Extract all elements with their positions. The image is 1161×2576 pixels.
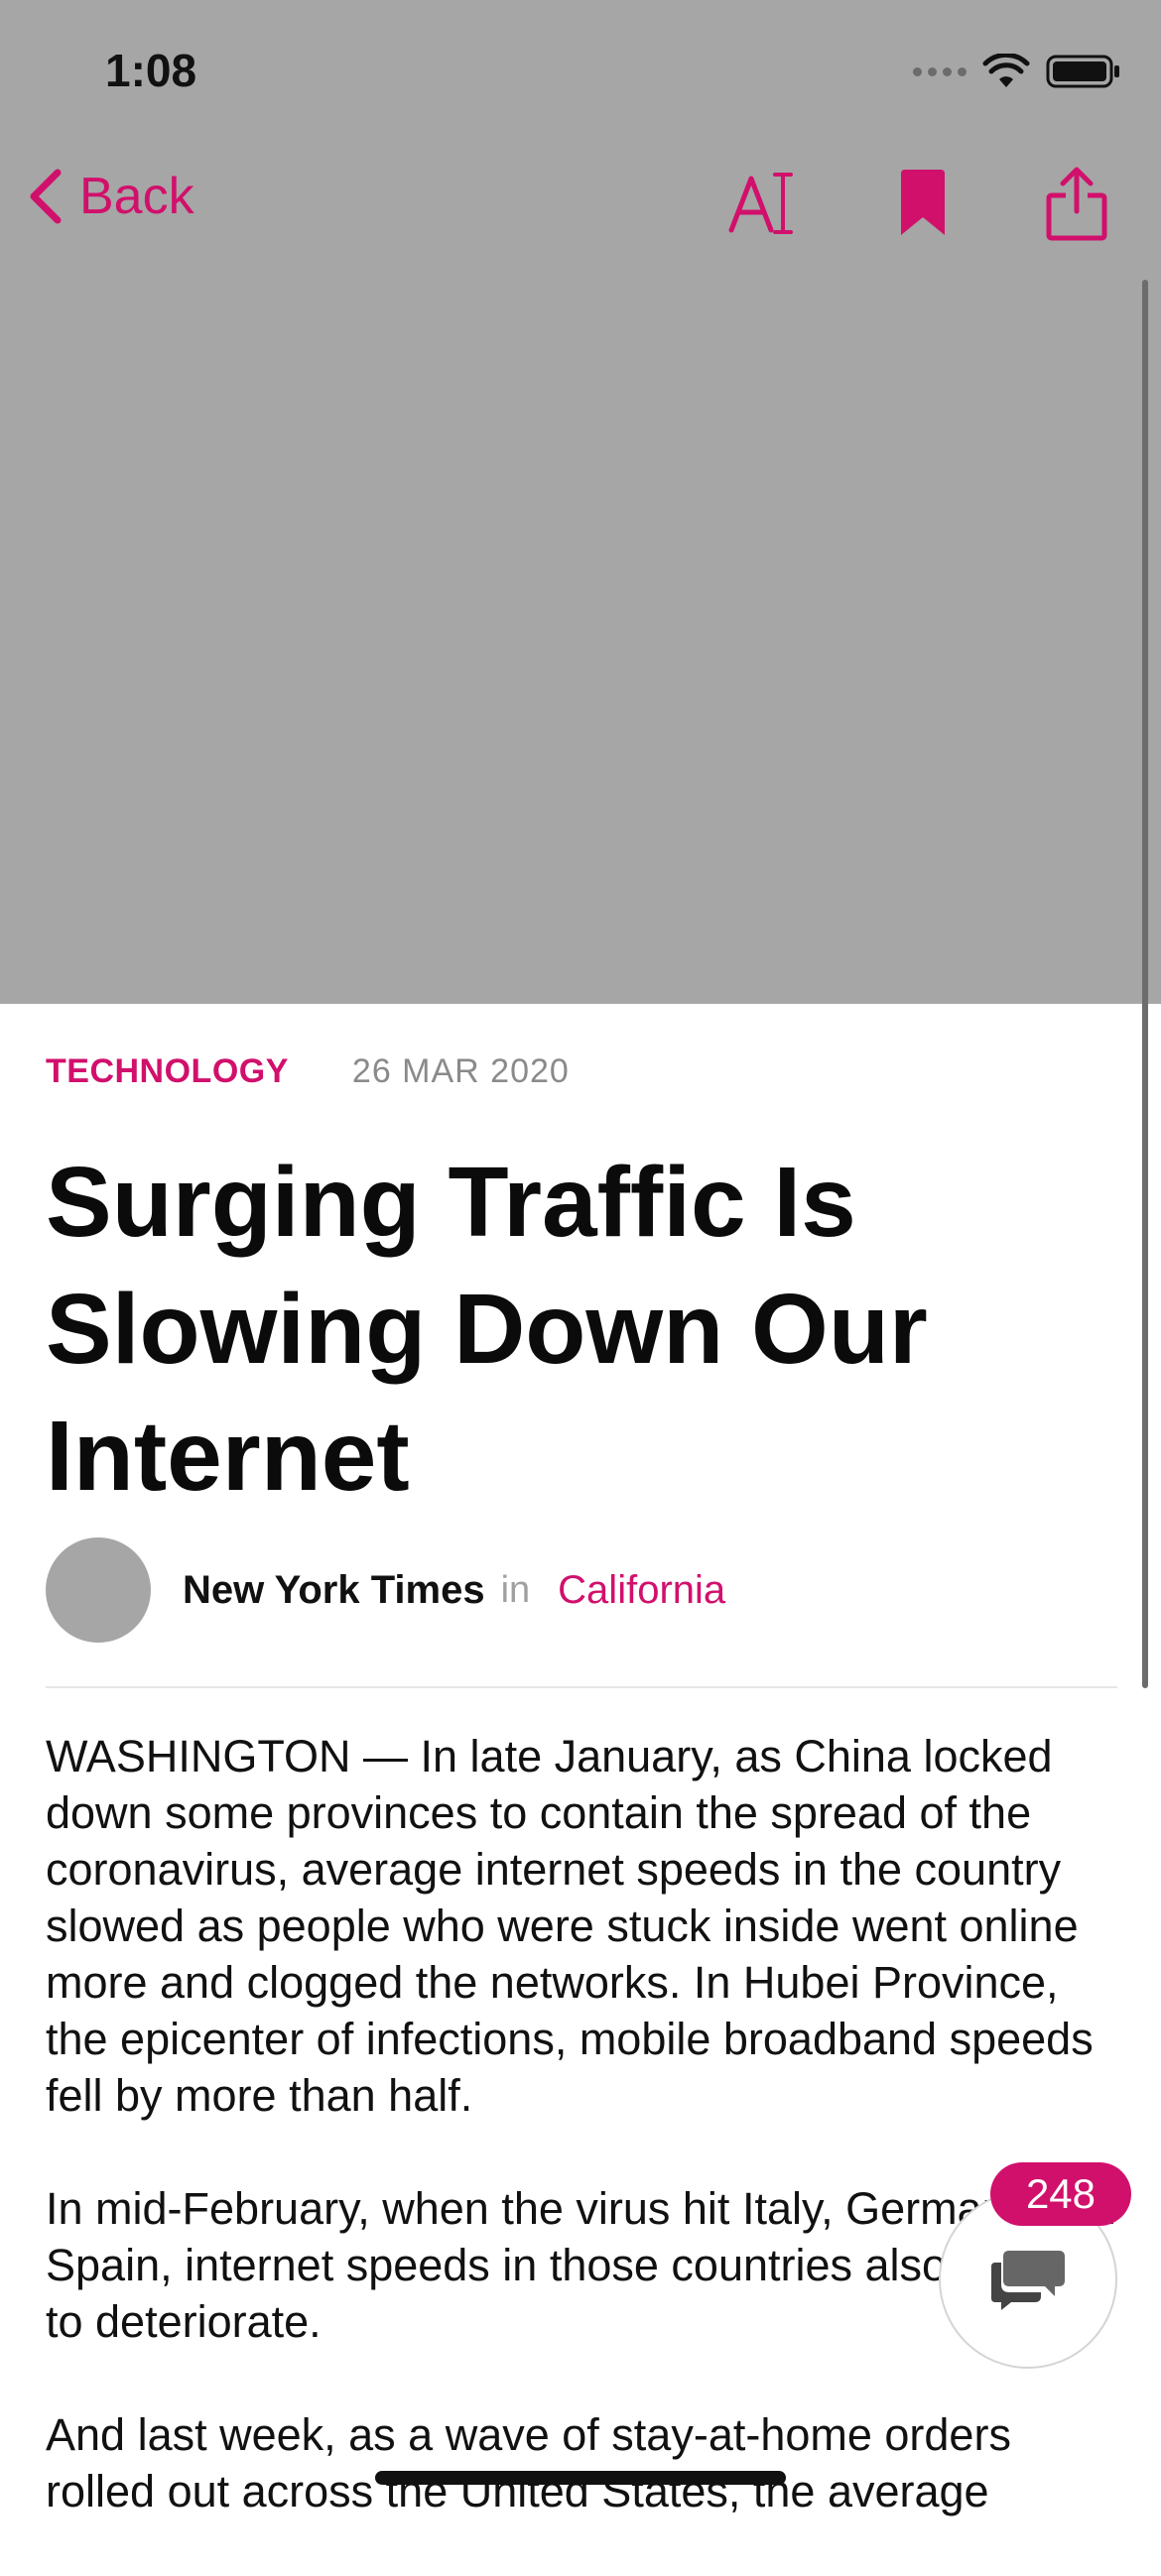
author-avatar[interactable] — [46, 1537, 151, 1643]
back-button[interactable]: Back — [26, 167, 194, 226]
share-button[interactable] — [1012, 159, 1141, 248]
cellular-signal-icon — [913, 66, 967, 76]
home-indicator[interactable] — [375, 2471, 786, 2485]
share-icon — [1046, 167, 1107, 241]
wifi-icon — [982, 54, 1030, 87]
author-row: New York Times in California — [46, 1537, 725, 1643]
article-meta: TECHNOLOGY 26 MAR 2020 — [46, 1043, 1117, 1099]
article-toolbar — [695, 159, 1161, 248]
text-size-button[interactable] — [695, 159, 834, 248]
author-in-label: in — [500, 1568, 531, 1611]
article-date: 26 MAR 2020 — [351, 1051, 570, 1090]
status-time: 1:08 — [105, 45, 197, 96]
chevron-left-icon — [30, 169, 62, 224]
chat-bubbles-icon — [991, 2251, 1065, 2310]
category-label[interactable]: TECHNOLOGY — [46, 1052, 289, 1091]
back-label: Back — [79, 168, 194, 225]
location-link[interactable]: California — [558, 1568, 725, 1613]
text-size-icon — [728, 173, 793, 234]
hero-image-placeholder — [0, 0, 1161, 1004]
body-paragraph: WASHINGTON — In late January, as China l… — [46, 1731, 1094, 2121]
article-title: Surging Traffic Is Slowing Down Our Inte… — [46, 1147, 928, 1512]
scrollbar[interactable] — [1142, 280, 1148, 1688]
divider — [46, 1686, 1117, 1688]
author-name[interactable]: New York Times — [183, 1568, 485, 1613]
body-paragraph: And last week, as a wave of stay-at-home… — [46, 2409, 1011, 2516]
article-body: WASHINGTON — In late January, as China l… — [46, 1728, 1117, 2576]
bookmark-button[interactable] — [863, 159, 982, 248]
article-content: TECHNOLOGY 26 MAR 2020 Surging Traffic I… — [46, 1043, 1117, 2516]
bookmark-icon — [901, 170, 945, 235]
status-bar-indicators — [913, 52, 1121, 91]
comments-count-badge: 248 — [990, 2162, 1131, 2226]
battery-icon — [1046, 55, 1119, 88]
